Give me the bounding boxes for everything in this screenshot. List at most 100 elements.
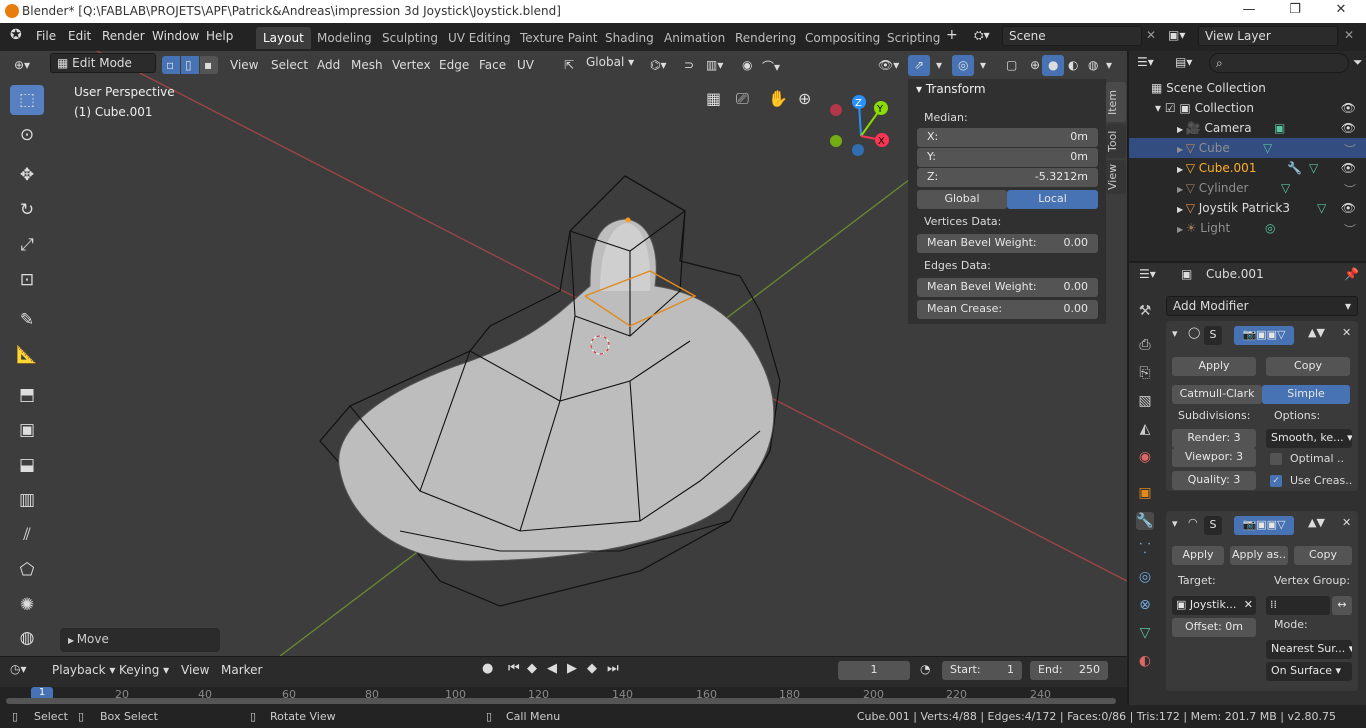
shrinkwrap-apply-button[interactable]: Apply	[1172, 546, 1224, 565]
timeline-ruler[interactable]: 1 20 40 60 80 100 120 140 160 180 200 22…	[0, 687, 1127, 705]
spin-tool-icon[interactable]: ✺	[10, 590, 44, 620]
menu-file[interactable]: File	[36, 29, 56, 43]
particles-tab-icon[interactable]: ⸪	[1136, 540, 1154, 558]
minimize-button[interactable]: —	[1234, 2, 1264, 20]
orientation-icon[interactable]: ⇱	[558, 55, 580, 76]
subsurf-apply-button[interactable]: Apply	[1172, 357, 1256, 376]
local-toggle[interactable]: Local	[1007, 190, 1098, 209]
zoom-view-icon[interactable]: ⊕	[798, 89, 811, 108]
tab-compositing[interactable]: Compositing	[798, 27, 887, 49]
catmull-clark-toggle[interactable]: Catmull-Clark	[1172, 385, 1262, 404]
rotate-tool-icon[interactable]: ↻	[10, 195, 44, 225]
shading-dropdown-icon[interactable]: ▾	[1100, 55, 1118, 76]
data-tab-icon[interactable]: ▽	[1136, 624, 1154, 642]
eye-closed-icon[interactable]: ︶	[1344, 181, 1356, 198]
tab-shading[interactable]: Shading	[598, 27, 661, 49]
wrap-method-dropdown[interactable]: Nearest Sur... ▾	[1266, 640, 1352, 659]
inset-tool-icon[interactable]: ▣	[10, 415, 44, 445]
eye-icon[interactable]: 👁	[1341, 201, 1356, 215]
move-up-down-icon[interactable]: ▲▼	[1308, 516, 1325, 529]
snap-target-icon[interactable]: ▥▾	[700, 55, 729, 76]
pin-icon[interactable]: 📌	[1344, 267, 1359, 281]
snap-icon[interactable]: ⊃	[678, 55, 700, 76]
start-frame-field[interactable]: Start: 1	[942, 661, 1022, 680]
median-z-field[interactable]: Z: -5.3212m	[917, 168, 1098, 187]
outliner-scene-collection[interactable]: ▦ Scene Collection	[1129, 78, 1366, 98]
quality-field[interactable]: Quality: 3	[1172, 471, 1256, 490]
menu-edit[interactable]: Edit	[68, 29, 91, 43]
current-frame-field[interactable]: 1	[838, 661, 910, 680]
view-layer-tab-icon[interactable]: ▧	[1136, 392, 1154, 410]
mean-crease-field[interactable]: Mean Crease: 0.00	[917, 300, 1098, 319]
view-layer-selector[interactable]: View Layer	[1198, 26, 1338, 46]
median-x-field[interactable]: X: 0m	[917, 128, 1098, 147]
output-tab-icon[interactable]: ⎘	[1136, 364, 1154, 382]
xray-icon[interactable]: ▢	[1000, 55, 1023, 76]
tool-tab-icon[interactable]: ⚒	[1136, 302, 1154, 320]
tab-rendering[interactable]: Rendering	[728, 27, 803, 49]
outliner-item-cylinder[interactable]: ▶ ▽ Cylinder ▽ ︶	[1129, 178, 1366, 198]
constraints-tab-icon[interactable]: ⊗	[1136, 596, 1154, 614]
scale-tool-icon[interactable]: ⤢	[10, 230, 44, 260]
outliner-item-camera[interactable]: ▶ 🎥 Camera ▣ 👁	[1129, 118, 1366, 138]
subsurf-copy-button[interactable]: Copy	[1266, 357, 1350, 376]
annotate-tool-icon[interactable]: ✎	[10, 305, 44, 335]
menu-edge[interactable]: Edge	[433, 55, 475, 76]
edge-bevel-weight-field[interactable]: Mean Bevel Weight: 0.00	[917, 278, 1098, 297]
filter-icon[interactable]: ⏷	[1353, 55, 1363, 70]
menu-help[interactable]: Help	[206, 29, 233, 43]
tab-item[interactable]: Item	[1106, 82, 1126, 122]
tab-sculpting[interactable]: Sculpting	[375, 27, 445, 49]
scene-selector[interactable]: Scene	[1002, 26, 1142, 46]
invert-vertex-group-icon[interactable]: ↔	[1332, 596, 1352, 615]
render-levels-field[interactable]: Render: 3	[1172, 429, 1256, 448]
scene-tab-icon[interactable]: ◭	[1136, 420, 1154, 438]
material-tab-icon[interactable]: ◐	[1136, 652, 1154, 670]
collapse-arrow-icon[interactable]: ▾	[1172, 327, 1178, 340]
shrinkwrap-apply-as-button[interactable]: Apply as..	[1230, 546, 1288, 565]
menu-window[interactable]: Window	[152, 29, 199, 43]
transform-panel-header[interactable]: ▾ Transform	[916, 82, 986, 96]
move-tool-icon[interactable]: ✥	[10, 160, 44, 190]
eye-icon[interactable]: 👁	[1341, 121, 1356, 135]
preview-range-icon[interactable]: ◔	[920, 662, 930, 676]
add-workspace-button[interactable]: +	[946, 27, 958, 43]
edge-select-icon[interactable]: ▯	[181, 56, 199, 74]
viewport-levels-field[interactable]: Viewpor: 3	[1172, 448, 1256, 467]
gizmo-toggle-icon[interactable]: ⇗	[908, 55, 931, 76]
menu-vertex[interactable]: Vertex	[386, 55, 437, 76]
physics-tab-icon[interactable]: ◎	[1136, 568, 1154, 586]
visibility-icon[interactable]: 👁▾	[872, 55, 905, 76]
loop-cut-tool-icon[interactable]: ▥	[10, 485, 44, 515]
collapse-arrow-icon[interactable]: ▾	[1172, 517, 1178, 530]
menu-add[interactable]: Add	[311, 55, 346, 76]
pivot-point-icon[interactable]: ⌬▾	[644, 55, 673, 76]
scene-close-icon[interactable]: ✕	[1146, 28, 1156, 42]
gizmo-dropdown-icon[interactable]: ▾	[930, 55, 948, 76]
world-tab-icon[interactable]: ◉	[1136, 448, 1154, 466]
pan-view-icon[interactable]: ✋	[768, 89, 788, 108]
menu-keying[interactable]: Keying ▾	[119, 663, 169, 677]
cursor-tool-icon[interactable]: ⊙	[10, 120, 44, 150]
offset-field[interactable]: Offset: 0m	[1172, 618, 1256, 637]
jump-end-icon[interactable]: ⏭	[607, 661, 619, 676]
blender-menu-icon[interactable]: ✪	[10, 27, 22, 43]
modifier-tab-icon[interactable]: 🔧	[1136, 512, 1154, 530]
play-icon[interactable]: ▶	[567, 661, 577, 676]
next-keyframe-icon[interactable]: ◆	[587, 661, 597, 676]
outliner-collection[interactable]: ▾ ☑ ▣ Collection 👁	[1129, 98, 1366, 118]
tab-view[interactable]: View	[1106, 160, 1126, 194]
poly-build-tool-icon[interactable]: ⬠	[10, 555, 44, 585]
face-select-icon[interactable]: ▪	[200, 56, 218, 74]
menu-marker[interactable]: Marker	[221, 663, 262, 677]
outliner-item-light[interactable]: ▶ ☀ Light ◎ ︶	[1129, 218, 1366, 238]
median-y-field[interactable]: Y: 0m	[917, 148, 1098, 167]
snap-mode-dropdown[interactable]: On Surface ▾	[1266, 662, 1352, 681]
clear-target-icon[interactable]: ✕	[1244, 598, 1256, 611]
optimal-checkbox[interactable]	[1270, 453, 1282, 465]
vertex-group-field[interactable]: ⁞⁞	[1266, 596, 1330, 615]
uv-smooth-dropdown[interactable]: Smooth, ke... ▾	[1266, 429, 1352, 448]
eye-icon[interactable]: 👁	[1341, 161, 1356, 175]
navigation-gizmo[interactable]: Z Y X	[826, 91, 896, 161]
timeline-editor-icon[interactable]: ◷▾	[10, 662, 27, 676]
